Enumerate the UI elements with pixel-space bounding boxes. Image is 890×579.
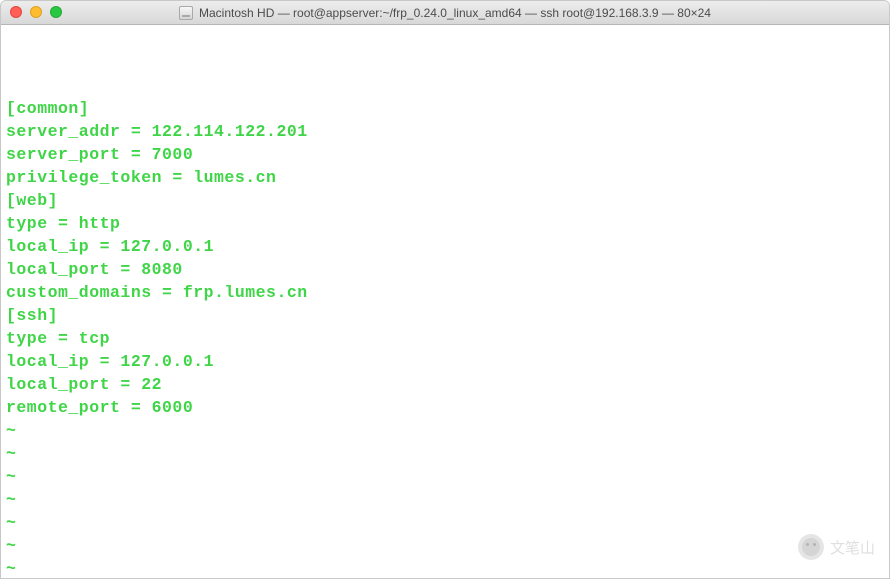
vim-tilde: ~ — [6, 534, 884, 557]
window-controls — [10, 6, 62, 18]
editor-line: remote_port = 6000 — [6, 396, 884, 419]
editor-line: local_port = 8080 — [6, 258, 884, 281]
hdd-icon — [179, 6, 193, 20]
vim-tilde: ~ — [6, 511, 884, 534]
titlebar[interactable]: Macintosh HD — root@appserver:~/frp_0.24… — [1, 1, 889, 25]
watermark-text: 文笔山 — [830, 537, 875, 558]
watermark: 文笔山 — [798, 534, 875, 560]
editor-line: privilege_token = lumes.cn — [6, 166, 884, 189]
editor-line: [web] — [6, 189, 884, 212]
minimize-icon[interactable] — [30, 6, 42, 18]
vim-tilde: ~ — [6, 465, 884, 488]
editor-line: server_port = 7000 — [6, 143, 884, 166]
editor-line: server_addr = 122.114.122.201 — [6, 120, 884, 143]
editor-line: [ssh] — [6, 304, 884, 327]
vim-tilde: ~ — [6, 442, 884, 465]
window-title-group: Macintosh HD — root@appserver:~/frp_0.24… — [1, 6, 889, 20]
editor-line: local_port = 22 — [6, 373, 884, 396]
window-title-text: Macintosh HD — root@appserver:~/frp_0.24… — [199, 6, 711, 20]
editor-line: custom_domains = frp.lumes.cn — [6, 281, 884, 304]
vim-tilde: ~ — [6, 419, 884, 442]
editor-line: type = tcp — [6, 327, 884, 350]
editor-line: type = http — [6, 212, 884, 235]
terminal-window: Macintosh HD — root@appserver:~/frp_0.24… — [0, 0, 890, 579]
vim-tilde: ~ — [6, 557, 884, 578]
editor-line: [common] — [6, 97, 884, 120]
vim-tilde: ~ — [6, 488, 884, 511]
terminal-body[interactable]: [common]server_addr = 122.114.122.201ser… — [1, 25, 889, 578]
close-icon[interactable] — [10, 6, 22, 18]
editor-line: local_ip = 127.0.0.1 — [6, 235, 884, 258]
watermark-icon — [798, 534, 824, 560]
maximize-icon[interactable] — [50, 6, 62, 18]
editor-line: local_ip = 127.0.0.1 — [6, 350, 884, 373]
